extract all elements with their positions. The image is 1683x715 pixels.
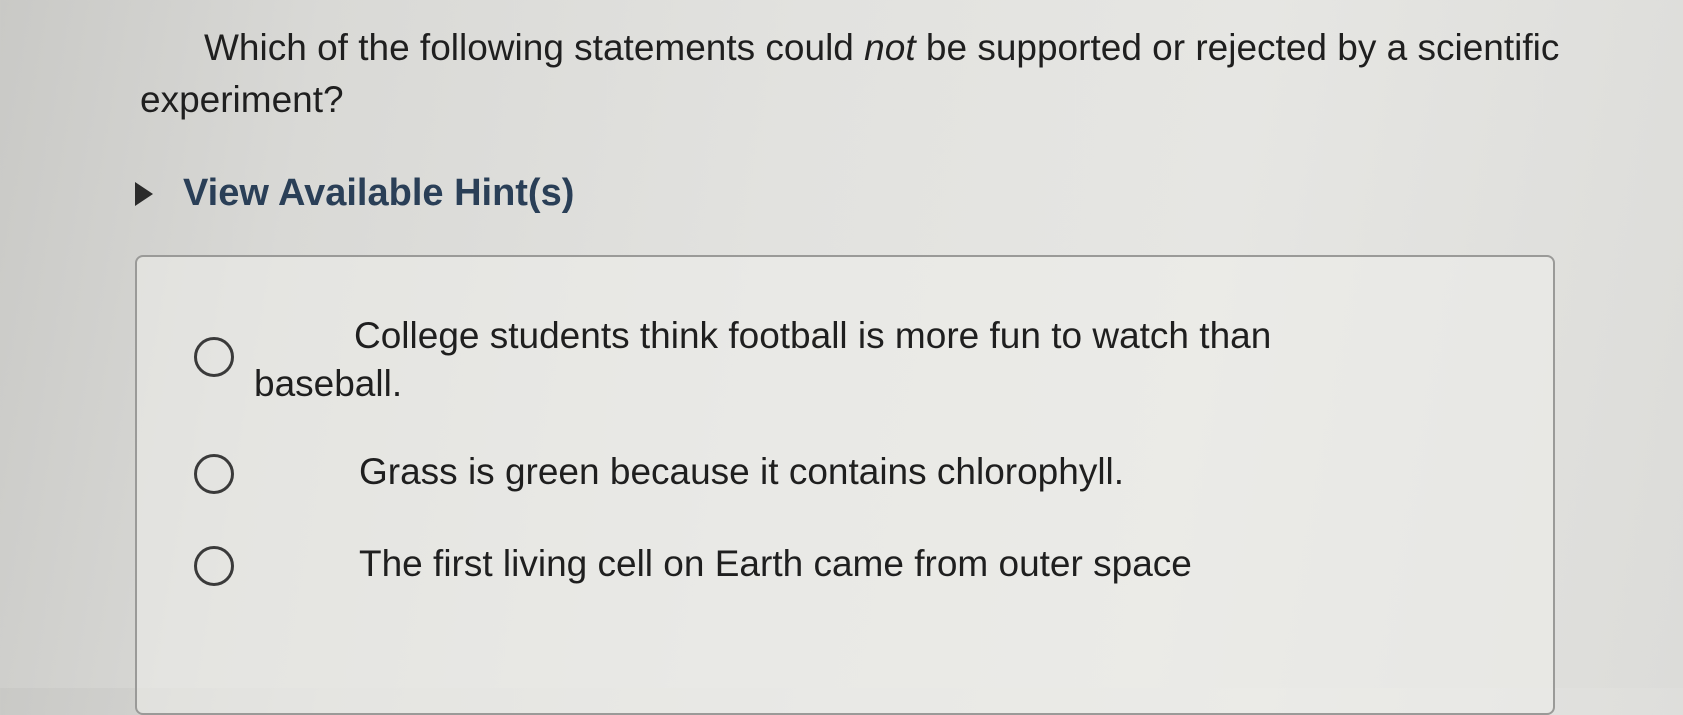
triangle-right-icon [135,181,153,206]
answer-option-2[interactable]: Grass is green because it contains chlor… [194,451,1124,496]
view-hints-toggle[interactable]: View Available Hint(s) [135,172,574,215]
radio-button-3[interactable] [194,546,234,586]
answer-option-1[interactable]: College students think football is more … [194,312,1414,408]
answer-option-1-label: College students think football is more … [254,315,1272,404]
question-text: Which of the following statements could … [140,22,1570,126]
answer-option-2-label: Grass is green because it contains chlor… [359,451,1125,492]
radio-button-1[interactable] [194,337,234,377]
answer-option-3[interactable]: The first living cell on Earth came from… [194,543,1192,588]
question-emphasis: not [864,27,916,68]
view-hints-label: View Available Hint(s) [183,172,575,214]
answer-option-3-label: The first living cell on Earth came from… [359,543,1192,584]
question-part-1: Which of the following statements could [204,27,865,68]
radio-button-2[interactable] [194,454,234,494]
answer-options-box: College students think football is more … [135,255,1555,715]
